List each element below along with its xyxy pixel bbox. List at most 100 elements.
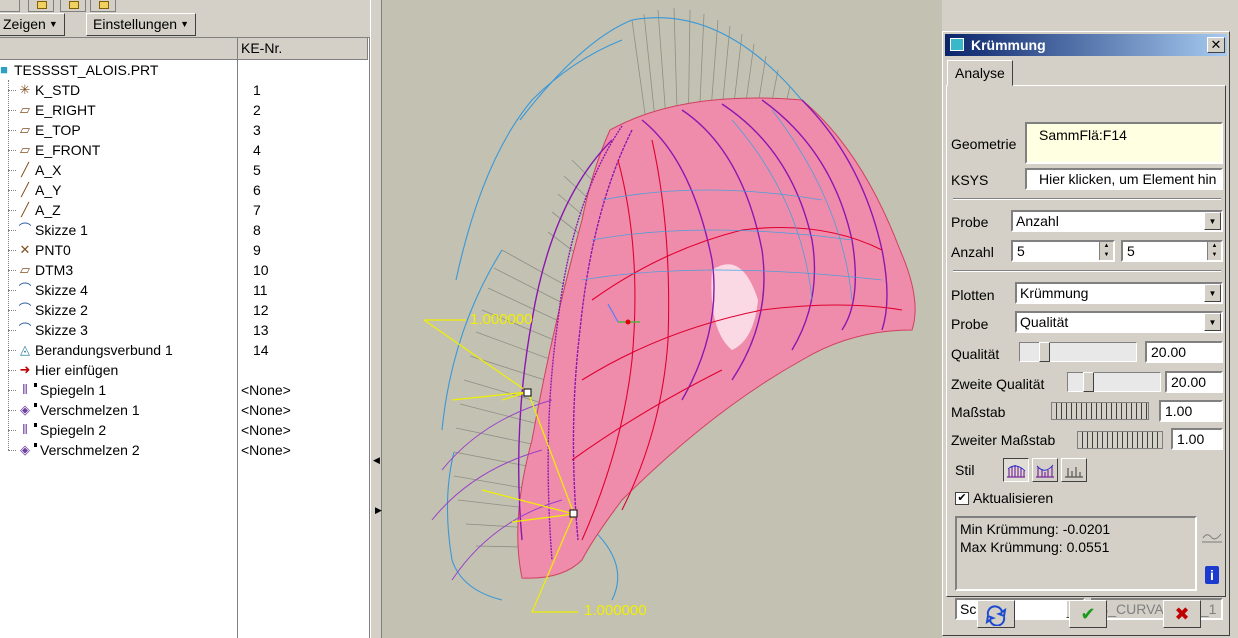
tree-item[interactable]: ▱ E_TOP 3 [0,120,368,140]
quality-input[interactable]: 20.00 [1145,341,1223,363]
scale2-input[interactable]: 1.00 [1171,428,1223,450]
tree-item-label: A_Y [35,182,62,198]
dimension-handle-bottom[interactable] [569,509,578,518]
comb-style-icon [1007,465,1026,478]
style-comb-button[interactable] [1003,458,1029,482]
tree-item[interactable]: ✳ K_STD 1 [0,80,368,100]
style-bars-button[interactable] [1061,458,1087,482]
tree-toolbar: Zeigen ▼ Einstellungen ▼ [0,12,370,38]
part-icon: ■ [0,62,8,77]
tree-item-feature-number: 13 [253,322,269,338]
tree-item[interactable]: ╱ A_X 5 [0,160,368,180]
tree-item[interactable]: ⫴ Spiegeln 1 <None> [0,380,368,400]
tree-item-label: TESSSST_ALOIS.PRT [14,62,159,78]
separator [953,270,1221,272]
tree-item-label: E_TOP [35,122,81,138]
repaint-button[interactable] [977,600,1015,628]
boundary-blend-icon: ◬ [20,342,30,357]
mirror-icon: ⫴ [22,422,28,437]
count-label: Anzahl [951,244,994,260]
tree-item-label: K_STD [35,82,81,98]
plot-select[interactable]: Krümmung ▼ [1015,282,1223,304]
settings-menu-button[interactable]: Einstellungen ▼ [86,13,196,36]
column-header-feature-number[interactable]: KE-Nr. [238,38,368,59]
tree-item[interactable]: ⫴ Spiegeln 2 <None> [0,420,368,440]
show-menu-button[interactable]: Zeigen ▼ [0,13,65,36]
comb-alt-style-icon [1036,464,1054,478]
quality2-slider[interactable] [1067,372,1161,392]
mirror-icon: ⫴ [22,382,28,397]
tab-favorites[interactable] [60,0,86,12]
tree-item[interactable]: ➜ Hier einfügen [0,360,368,380]
tree-item-label: Skizze 4 [35,282,88,298]
geometry-collector[interactable]: SammFlä:F14 [1025,122,1223,164]
datum-plane-icon: ▱ [20,142,30,157]
tab-folder-browser[interactable] [28,0,54,12]
dimension-value-top[interactable]: 1.000000 [470,311,533,328]
plot-label: Plotten [951,287,995,303]
probe-select[interactable]: Anzahl ▼ [1011,210,1223,232]
tab-analyse[interactable]: Analyse [947,60,1013,86]
expand-arrow-icon[interactable]: ▶ [375,505,382,516]
mode-select[interactable]: Schnell▼ [955,598,1085,620]
tree-item[interactable]: ▱ DTM3 10 [0,260,368,280]
analysis-name-input[interactable]: IS_CURVATURE_1 [1091,598,1223,620]
ok-button[interactable]: ✔ [1069,600,1107,628]
panel-splitter[interactable]: ◀ ▶ [370,0,382,638]
tree-item[interactable]: ⌒ Skizze 4 11 [0,280,368,300]
quality-slider-thumb[interactable] [1039,342,1050,362]
info-icon[interactable]: i [1205,566,1219,584]
tree-root-item[interactable]: ■ TESSSST_ALOIS.PRT [0,60,368,80]
dialog-title-bar[interactable]: Krümmung ✕ [945,34,1227,56]
tree-item[interactable]: ⌒ Skizze 2 12 [0,300,368,320]
tree-item-label: DTM3 [35,262,74,278]
tree-item[interactable]: ▱ E_FRONT 4 [0,140,368,160]
geometry-label: Geometrie [951,136,1017,152]
quality2-slider-thumb[interactable] [1083,372,1094,392]
min-curvature-text: Min Krümmung: -0.0201 [960,521,1111,537]
probe-select-value: Anzahl [1016,213,1059,229]
scale2-wheel[interactable] [1077,431,1163,449]
tree-item[interactable]: ◈ Verschmelzen 1 <None> [0,400,368,420]
tree-item[interactable]: ◈ Verschmelzen 2 <None> [0,440,368,460]
spinner-arrows-icon[interactable]: ▲ ▼ [1207,242,1221,260]
quality-slider[interactable] [1019,342,1137,362]
dimension-handle-top[interactable] [523,388,532,397]
collapse-arrow-icon[interactable]: ◀ [373,455,380,466]
tab-history[interactable] [90,0,116,12]
count-b-value: 5 [1127,243,1135,259]
tab-model-tree[interactable] [0,0,20,12]
spinner-arrows-icon[interactable]: ▲ ▼ [1099,242,1113,260]
tree-item-feature-number: 1 [253,82,261,98]
dropdown-arrow-icon[interactable]: ▼ [1204,212,1221,230]
style-comb-alt-button[interactable] [1032,458,1058,482]
count-input-b[interactable]: 5 ▲ ▼ [1121,240,1223,262]
update-checkbox[interactable]: ✔ [955,492,969,505]
tree-item[interactable]: ⌒ Skizze 3 13 [0,320,368,340]
tree-item[interactable]: ╱ A_Y 6 [0,180,368,200]
quality2-input[interactable]: 20.00 [1165,371,1223,393]
count-input-a[interactable]: 5 ▲ ▼ [1011,240,1115,262]
dimension-value-bottom[interactable]: 1.000000 [584,602,647,619]
tree-item-feature-number: <None> [241,422,291,438]
tree-item-feature-number: 11 [253,282,268,298]
probe2-select[interactable]: Qualität ▼ [1015,311,1223,333]
tree-item[interactable]: ⌒ Skizze 1 8 [0,220,368,240]
tree-item[interactable]: ◬ Berandungsverbund 1 14 [0,340,368,360]
tree-item[interactable]: ╱ A_Z 7 [0,200,368,220]
dropdown-arrow-icon[interactable]: ▼ [1204,313,1221,331]
tree-item-feature-number: 14 [253,342,269,358]
tree-item[interactable]: ✕ PNT0 9 [0,240,368,260]
dropdown-arrow-icon[interactable]: ▼ [1204,284,1221,302]
scale-wheel[interactable] [1051,402,1149,420]
scale-input[interactable]: 1.00 [1159,400,1223,422]
close-button[interactable]: ✕ [1207,37,1225,53]
graphics-viewport[interactable]: 1.000000 1.000000 [382,0,942,638]
cancel-button[interactable]: ✖ [1163,600,1201,628]
tree-item-feature-number: 12 [253,302,269,318]
column-header-name[interactable] [0,38,238,59]
graph-icon[interactable] [1201,528,1223,544]
tree-item[interactable]: ▱ E_RIGHT 2 [0,100,368,120]
csys-collector[interactable]: Hier klicken, um Element hin [1025,168,1223,190]
merge-icon: ◈ [20,402,30,417]
